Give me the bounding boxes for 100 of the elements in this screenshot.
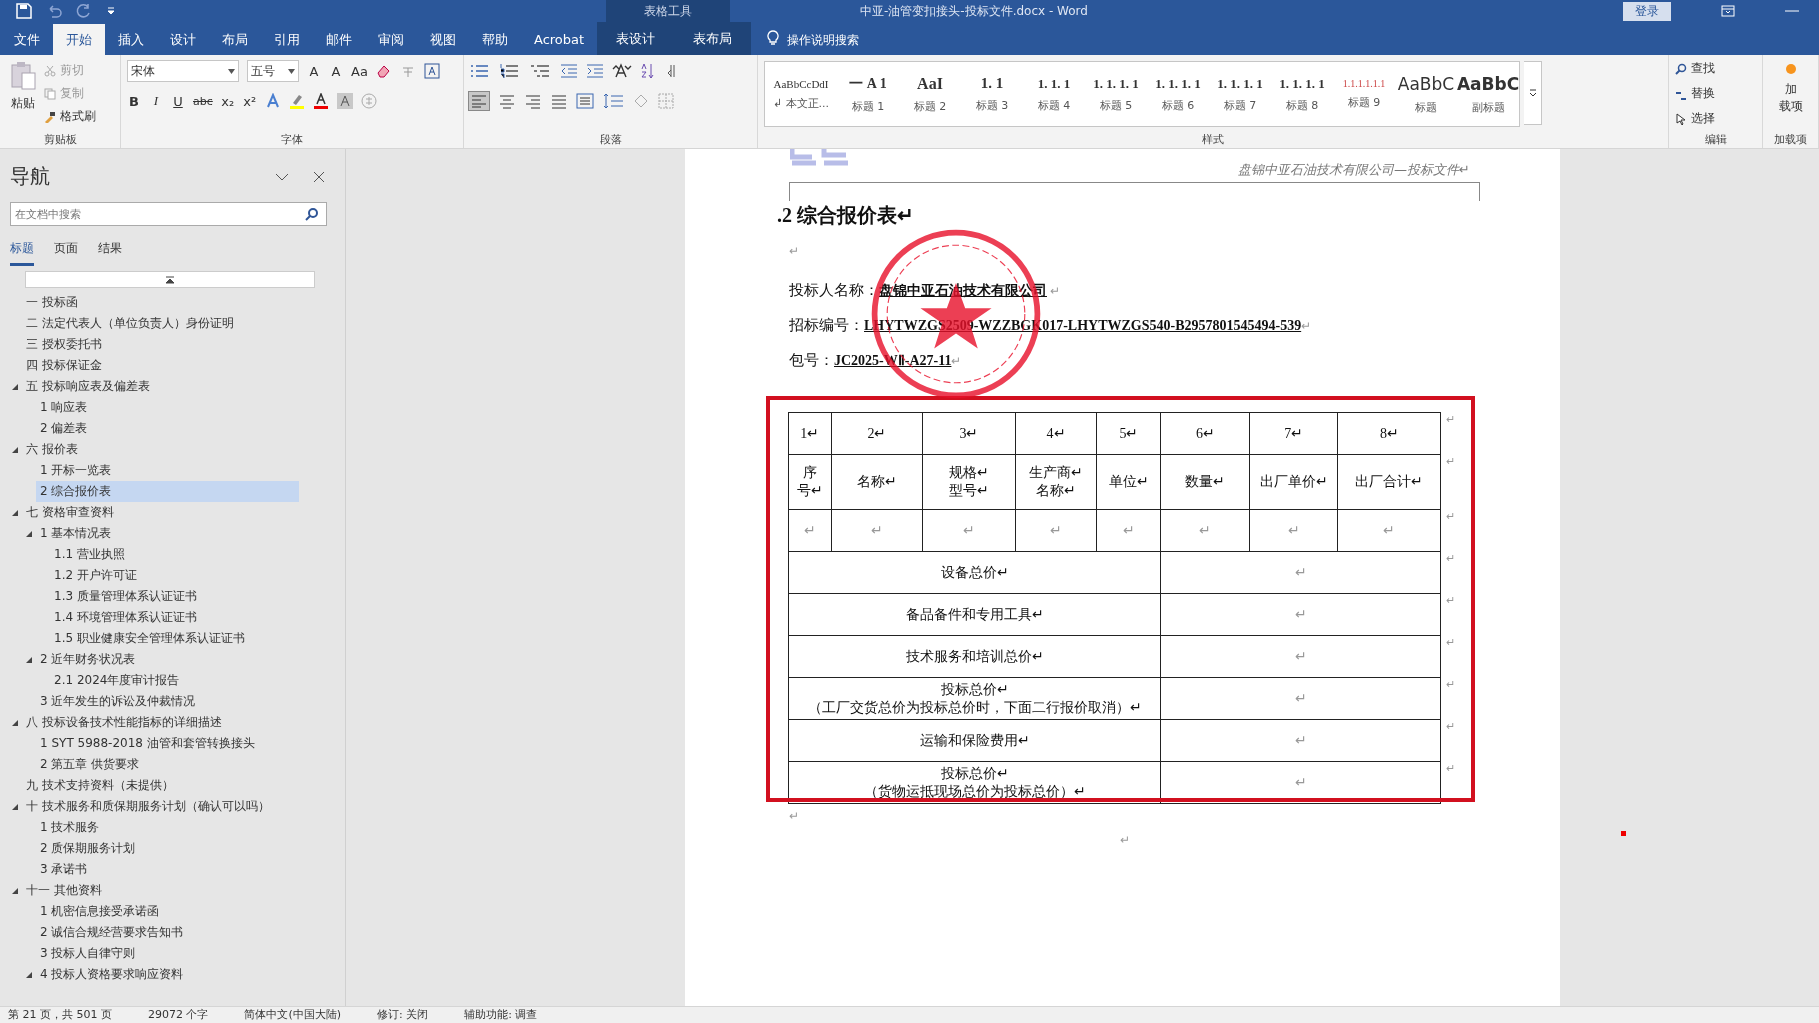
format-painter-button[interactable]: 格式刷 bbox=[44, 107, 96, 126]
style-item[interactable]: AaI 标题 2 bbox=[899, 62, 961, 126]
font-format-button[interactable]: I bbox=[149, 93, 163, 109]
ribbon-tab[interactable]: 表设计 bbox=[597, 22, 675, 55]
font-format-button[interactable]: x₂ bbox=[220, 93, 235, 109]
paste-button[interactable]: 粘贴 bbox=[6, 59, 40, 132]
style-item[interactable]: AaBbC 标题 bbox=[1395, 62, 1457, 126]
ribbon-tab[interactable]: 表布局 bbox=[674, 22, 752, 55]
font-color-icon[interactable] bbox=[312, 93, 329, 109]
pane-tab[interactable]: 标题 bbox=[10, 240, 34, 266]
pane-tab[interactable]: 页面 bbox=[54, 240, 78, 266]
character-border-icon[interactable] bbox=[423, 63, 440, 79]
font-size-field[interactable]: 五号 bbox=[247, 60, 299, 82]
heading-item[interactable]: 1 机密信息接受承诺函 bbox=[36, 901, 164, 922]
ribbon-display-icon[interactable] bbox=[1721, 5, 1735, 17]
heading-item[interactable]: 1 技术服务 bbox=[36, 817, 104, 838]
ribbon-tab[interactable]: 帮助 bbox=[469, 25, 521, 55]
expand-triangle-icon[interactable] bbox=[11, 382, 19, 391]
ribbon-tab[interactable]: 视图 bbox=[417, 25, 469, 55]
heading-item[interactable]: 2 综合报价表 bbox=[36, 481, 299, 502]
expand-triangle-icon[interactable] bbox=[25, 655, 33, 664]
style-item[interactable]: 一 A 1 标题 1 bbox=[837, 62, 899, 126]
find-button[interactable]: 查找 bbox=[1675, 59, 1756, 78]
redo-icon[interactable] bbox=[76, 3, 92, 19]
heading-item[interactable]: 三 授权委托书 bbox=[22, 334, 106, 355]
heading-item[interactable]: 1 基本情况表 bbox=[36, 523, 116, 544]
chevron-down-icon[interactable] bbox=[275, 172, 289, 181]
style-item[interactable]: AaBbCcDdI ↲ 本文正... bbox=[765, 62, 837, 126]
heading-item[interactable]: 2 质保期服务计划 bbox=[36, 838, 140, 859]
heading-item[interactable]: 3 投标人自律守则 bbox=[36, 943, 140, 964]
text-effect-icon[interactable] bbox=[264, 93, 281, 109]
signin-button[interactable]: 登录 bbox=[1623, 1, 1671, 21]
font-format-button[interactable]: A bbox=[307, 63, 321, 79]
heading-item[interactable]: 1 开标一览表 bbox=[36, 460, 116, 481]
justify-icon[interactable] bbox=[550, 93, 568, 109]
ribbon-tab[interactable]: 引用 bbox=[261, 25, 313, 55]
heading-item[interactable]: 2.1 2024年度审计报告 bbox=[50, 670, 184, 691]
save-icon[interactable] bbox=[16, 3, 32, 19]
heading-item[interactable]: 2 诚信合规经营要求告知书 bbox=[36, 922, 188, 943]
expand-triangle-icon[interactable] bbox=[25, 970, 33, 979]
eraser-icon[interactable] bbox=[375, 63, 392, 79]
heading-item[interactable]: 4 投标人资格要求响应资料 bbox=[36, 964, 188, 985]
heading-item[interactable]: 3 承诺书 bbox=[36, 859, 92, 880]
ribbon-tab[interactable]: 设计 bbox=[157, 25, 209, 55]
expand-triangle-icon[interactable] bbox=[11, 802, 19, 811]
ribbon-tab[interactable]: 邮件 bbox=[313, 25, 365, 55]
align-right-icon[interactable] bbox=[524, 93, 542, 109]
style-item[interactable]: 1. 1. 1. 1 标题 7 bbox=[1209, 62, 1271, 126]
heading-item[interactable]: 1.5 职业健康安全管理体系认证证书 bbox=[50, 628, 249, 649]
heading-item[interactable]: 二 法定代表人（单位负责人）身份证明 bbox=[22, 313, 238, 334]
heading-item[interactable]: 1.2 开户许可证 bbox=[50, 565, 141, 586]
sort-icon[interactable] bbox=[640, 63, 656, 79]
heading-item[interactable]: 2 近年财务状况表 bbox=[36, 649, 140, 670]
heading-item[interactable]: 四 投标保证金 bbox=[22, 355, 106, 376]
style-item[interactable]: 1. 1. 1. 1 标题 6 bbox=[1147, 62, 1209, 126]
style-item[interactable]: AaBbC 副标题 bbox=[1457, 62, 1519, 126]
select-button[interactable]: 选择 bbox=[1675, 109, 1756, 128]
heading-item[interactable]: 1.1 营业执照 bbox=[50, 544, 129, 565]
expand-triangle-icon[interactable] bbox=[11, 718, 19, 727]
heading-item[interactable]: 3 近年发生的诉讼及仲裁情况 bbox=[36, 691, 200, 712]
style-item[interactable]: 1. 1. 1 标题 4 bbox=[1023, 62, 1085, 126]
font-format-button[interactable]: Aa bbox=[351, 63, 368, 79]
heading-item[interactable]: 1.3 质量管理体系认证证书 bbox=[50, 586, 201, 607]
expand-triangle-icon[interactable] bbox=[11, 508, 19, 517]
heading-item[interactable]: 一 投标函 bbox=[22, 292, 82, 313]
heading-item[interactable]: 1 SYT 5988-2018 油管和套管转换接头 bbox=[36, 733, 259, 754]
ribbon-tab[interactable]: 布局 bbox=[209, 25, 261, 55]
text-direction-icon[interactable] bbox=[612, 63, 632, 79]
style-item[interactable]: 1.1.1.1.1.1 标题 9 bbox=[1333, 62, 1395, 126]
close-icon[interactable] bbox=[313, 170, 325, 183]
heading-item[interactable]: 十 技术服务和质保期服务计划（确认可以吗） bbox=[22, 796, 274, 817]
heading-item[interactable]: 七 资格审查资料 bbox=[22, 502, 118, 523]
font-format-button[interactable]: A bbox=[329, 63, 343, 79]
highlighter-icon[interactable] bbox=[288, 93, 305, 109]
ribbon-tab[interactable]: 开始 bbox=[53, 24, 105, 55]
search-icon[interactable] bbox=[305, 207, 319, 221]
expand-triangle-icon[interactable] bbox=[25, 529, 33, 538]
heading-item[interactable]: 十一 其他资料 bbox=[22, 880, 106, 901]
search-field[interactable]: 在文档中搜索 bbox=[10, 202, 327, 226]
align-center-icon[interactable] bbox=[498, 93, 516, 109]
style-item[interactable]: 1. 1. 1. 1 标题 5 bbox=[1085, 62, 1147, 126]
font-format-button[interactable]: x² bbox=[242, 93, 257, 109]
heading-item[interactable]: 五 投标响应表及偏差表 bbox=[22, 376, 154, 397]
heading-item[interactable]: 八 投标设备技术性能指标的详细描述 bbox=[22, 712, 226, 733]
heading-item[interactable]: 2 第五章 供货要求 bbox=[36, 754, 144, 775]
character-shading-icon[interactable] bbox=[336, 93, 353, 109]
distributed-icon[interactable] bbox=[576, 93, 594, 109]
heading-item[interactable]: 1.4 环境管理体系认证证书 bbox=[50, 607, 201, 628]
ribbon-tab[interactable]: Acrobat bbox=[521, 25, 598, 55]
replace-button[interactable]: 替换 bbox=[1675, 84, 1756, 103]
heading-item[interactable]: 1 响应表 bbox=[36, 397, 92, 418]
style-item[interactable]: 1. 1. 1. 1 标题 8 bbox=[1271, 62, 1333, 126]
style-item[interactable]: 1. 1 标题 3 bbox=[961, 62, 1023, 126]
font-format-button[interactable]: U bbox=[171, 93, 185, 109]
font-format-button[interactable]: B bbox=[127, 93, 141, 109]
font-name-field[interactable]: 宋体 bbox=[127, 60, 239, 82]
font-format-button[interactable]: abc bbox=[193, 94, 213, 108]
tell-me-search[interactable]: 操作说明搜索 bbox=[787, 25, 860, 55]
undo-icon[interactable] bbox=[46, 3, 62, 19]
addins-button[interactable]: 加 载项 bbox=[1778, 59, 1803, 115]
